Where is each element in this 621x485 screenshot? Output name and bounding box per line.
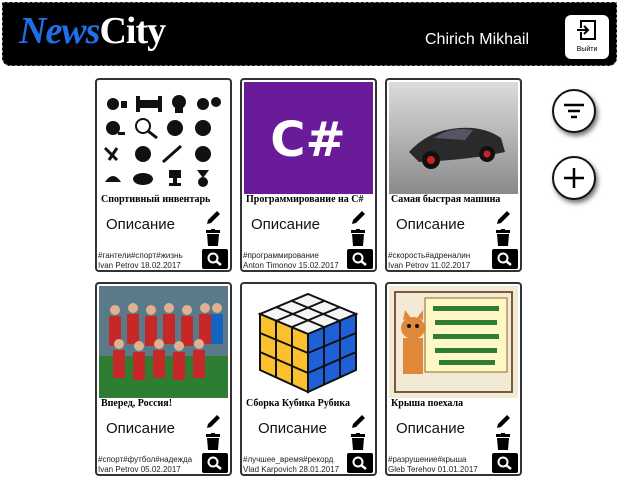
- delete-icon[interactable]: [350, 229, 366, 247]
- logo-news: News: [19, 10, 100, 52]
- search-icon: [497, 252, 512, 266]
- card-meta: Gleb Terehov 01.01.2017: [388, 465, 478, 474]
- search-icon: [497, 456, 512, 470]
- sports-equipment-image: [99, 82, 228, 194]
- card-meta: Vlad Karpovich 28.01.2017: [243, 465, 339, 474]
- user-name: Chirich Mikhail: [425, 31, 530, 48]
- logout-label: Выйти: [576, 46, 598, 53]
- filter-button[interactable]: [552, 89, 596, 133]
- card-author: Ivan Petrov: [98, 261, 139, 270]
- view-button[interactable]: [492, 249, 518, 269]
- view-button[interactable]: [202, 453, 228, 473]
- news-card[interactable]: C# Программирование на С# Описание #прог…: [240, 78, 377, 272]
- logo[interactable]: NewsCity: [19, 9, 166, 53]
- card-tags: #гантели#спорт#жизнь: [98, 251, 183, 260]
- news-card[interactable]: Крыша поехала Описание #разрушение#крыша…: [385, 282, 522, 476]
- card-date: 18.02.2017: [140, 261, 181, 270]
- card-meta: Anton Timonov 15.02.2017: [243, 261, 339, 270]
- search-icon: [352, 252, 367, 266]
- card-title: Самая быстрая машина: [391, 194, 501, 205]
- card-date: 28.01.2017: [299, 465, 340, 474]
- card-author: Ivan Petrov: [98, 465, 139, 474]
- svg-text:C#: C#: [270, 112, 345, 168]
- logout-button[interactable]: Выйти: [565, 15, 609, 59]
- card-date: 15.02.2017: [298, 261, 339, 270]
- search-icon: [352, 456, 367, 470]
- card-tags: #спорт#футбол#надежда: [98, 455, 193, 464]
- delete-icon[interactable]: [205, 433, 221, 451]
- logout-icon: [576, 20, 596, 40]
- card-description: Описание: [106, 216, 176, 233]
- card-author: Ivan Petrov: [388, 261, 429, 270]
- plus-icon: [564, 168, 584, 188]
- logo-city: City: [99, 10, 166, 52]
- card-tags: #программирование: [243, 251, 319, 260]
- news-card[interactable]: Спортивный инвентарь Описание #гантели#с…: [95, 78, 232, 272]
- card-tags: #разрушение#крыша: [388, 455, 467, 464]
- card-description: Описание: [106, 420, 176, 437]
- card-title: Вперед, Россия!: [101, 398, 173, 409]
- filter-icon: [564, 103, 584, 119]
- edit-icon[interactable]: [350, 413, 366, 430]
- card-author: Gleb Terehov: [388, 465, 436, 474]
- card-author: Vlad Karpovich: [243, 465, 297, 474]
- card-meta: Ivan Petrov 05.02.2017: [98, 465, 181, 474]
- view-button[interactable]: [202, 249, 228, 269]
- delete-icon[interactable]: [495, 433, 511, 451]
- card-date: 05.02.2017: [140, 465, 181, 474]
- card-date: 11.02.2017: [430, 261, 471, 270]
- card-description: Описание: [396, 420, 466, 437]
- card-title: Программирование на С#: [246, 194, 364, 205]
- football-team-image: [99, 286, 228, 398]
- news-card[interactable]: Сборка Кубика Рубика Описание #лучшее_вр…: [240, 282, 377, 476]
- rubiks-cube-image: [244, 286, 373, 398]
- edit-icon[interactable]: [495, 209, 511, 226]
- card-description: Описание: [251, 216, 321, 233]
- view-button[interactable]: [347, 249, 373, 269]
- card-date: 01.01.2017: [437, 465, 478, 474]
- view-button[interactable]: [347, 453, 373, 473]
- news-card[interactable]: Самая быстрая машина Описание #скорость#…: [385, 78, 522, 272]
- app-header: NewsCity Chirich Mikhail Выйти: [2, 2, 617, 66]
- card-author: Anton Timonov: [243, 261, 297, 270]
- search-icon: [207, 456, 222, 470]
- edit-icon[interactable]: [205, 209, 221, 226]
- card-description: Описание: [396, 216, 466, 233]
- edit-icon[interactable]: [350, 209, 366, 226]
- card-title: Сборка Кубика Рубика: [246, 398, 350, 409]
- csharp-logo-image: C#: [244, 82, 373, 194]
- view-button[interactable]: [492, 453, 518, 473]
- card-meta: Ivan Petrov 18.02.2017: [98, 261, 181, 270]
- search-icon: [207, 252, 222, 266]
- card-meta: Ivan Petrov 11.02.2017: [388, 261, 470, 270]
- cartoon-cat-image: [389, 286, 518, 398]
- add-button[interactable]: [552, 156, 596, 200]
- delete-icon[interactable]: [350, 433, 366, 451]
- sports-car-image: [389, 82, 518, 194]
- card-tags: #скорость#адреналин: [388, 251, 471, 260]
- card-tags: #лучшее_время#рекорд: [243, 455, 334, 464]
- card-title: Спортивный инвентарь: [101, 194, 211, 205]
- edit-icon[interactable]: [495, 413, 511, 430]
- card-description: Описание: [258, 420, 328, 437]
- news-card[interactable]: Вперед, Россия! Описание #спорт#футбол#н…: [95, 282, 232, 476]
- delete-icon[interactable]: [205, 229, 221, 247]
- edit-icon[interactable]: [205, 413, 221, 430]
- card-title: Крыша поехала: [391, 398, 464, 409]
- delete-icon[interactable]: [495, 229, 511, 247]
